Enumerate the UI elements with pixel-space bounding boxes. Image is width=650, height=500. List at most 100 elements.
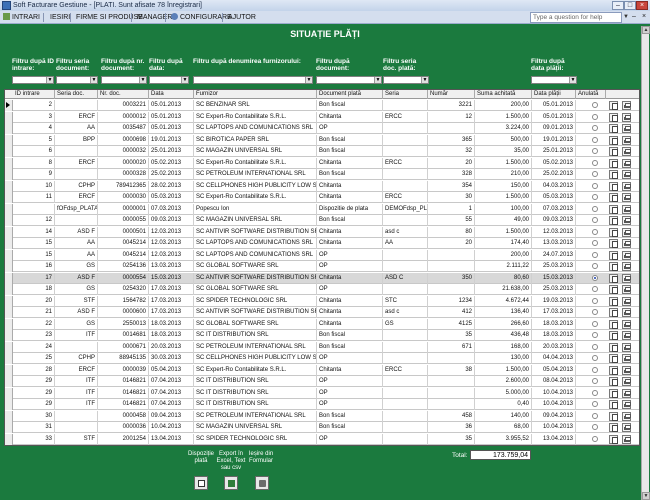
cell-seria[interactable]: GS	[383, 318, 428, 330]
cell-seria-doc[interactable]: ITF	[55, 376, 98, 387]
cell-numar[interactable]: 80	[428, 226, 475, 238]
cell-seria[interactable]	[383, 433, 428, 445]
cell-id-intrare[interactable]: 29	[13, 399, 55, 410]
cell-suma-achitata[interactable]: 200,00	[475, 100, 532, 111]
anulata-radio[interactable]	[592, 136, 598, 143]
cell-seria[interactable]: asd c	[383, 226, 428, 238]
table-row[interactable]: 4 AA 0035487 05.01.2013 SC LAPTOPS AND COMUN…	[5, 123, 639, 134]
cell-data-platii[interactable]: 05.01.2013	[532, 100, 576, 111]
anulata-radio[interactable]	[592, 102, 598, 108]
cell-seria[interactable]	[383, 261, 428, 272]
cell-numar[interactable]: 20	[428, 238, 475, 249]
cell-data[interactable]: 07.03.2013	[149, 203, 194, 215]
cell-seria[interactable]: ERCC	[383, 364, 428, 376]
table-row[interactable]: 16 GS 0254136 13.03.2013 SC GLOBAL SOFTWARE …	[5, 261, 639, 272]
cell-suma-achitata[interactable]: 150,00	[475, 180, 532, 192]
cell-furnizor[interactable]: SC GLOBAL SOFTWARE SRL	[194, 318, 317, 330]
cell-data-platii[interactable]: 19.01.2013	[532, 134, 576, 146]
cell-data[interactable]: 05.01.2013	[149, 111, 194, 123]
row-selector[interactable]	[5, 364, 13, 376]
filter-seria-document-combo[interactable]: ▼	[56, 76, 98, 84]
cell-suma-achitata[interactable]: 1.500,00	[475, 192, 532, 203]
cell-document-plata[interactable]: OP	[317, 376, 383, 387]
cell-data-platii[interactable]: 25.03.2013	[532, 261, 576, 272]
cell-id-intrare[interactable]: 33	[13, 433, 55, 445]
cell-id-intrare[interactable]: 16	[13, 261, 55, 272]
anulata-radio[interactable]	[592, 343, 598, 350]
print-icon[interactable]	[622, 193, 631, 202]
table-row[interactable]: 28 ERCF 0000039 05.04.2013 SC Expert-Ro Cont…	[5, 364, 639, 376]
cell-numar[interactable]	[428, 261, 475, 272]
cell-seria-doc[interactable]	[55, 215, 98, 226]
cell-id-intrare[interactable]	[13, 203, 55, 215]
table-row[interactable]: 18 GS 0254320 17.03.2013 SC GLOBAL SOFTWARE …	[5, 284, 639, 295]
cell-data-platii[interactable]: 05.03.2013	[532, 192, 576, 203]
cell-data[interactable]: 18.03.2013	[149, 318, 194, 330]
table-row[interactable]: 11 ERCF 0000030 05.03.2013 SC Expert-Ro Cont…	[5, 192, 639, 203]
cell-data[interactable]: 10.04.2013	[149, 422, 194, 433]
cell-document-plata[interactable]: Bon fiscal	[317, 215, 383, 226]
cell-furnizor[interactable]: SC Expert-Ro Contabilitate S.R.L.	[194, 192, 317, 203]
cell-seria-doc[interactable]: ERCF	[55, 364, 98, 376]
menu-item-manager[interactable]: MANAGER	[137, 12, 172, 23]
cell-id-intrare[interactable]: 8	[13, 157, 55, 169]
cell-suma-achitata[interactable]: 2.600,00	[475, 376, 532, 387]
table-row[interactable]: 17 ASD F 0000554 15.03.2013 SC ANTIVIR SOFTW…	[5, 272, 639, 284]
table-row[interactable]: 9 0000328 25.02.2013 SC PETROLEUM INTERNATI…	[5, 169, 639, 180]
row-selector[interactable]	[5, 261, 13, 272]
cell-document-plata[interactable]: Chitanta	[317, 295, 383, 307]
cell-seria[interactable]: DEMOFdsp_PLA	[383, 203, 428, 215]
cell-document-plata[interactable]: Chitanta	[317, 272, 383, 284]
cell-numar[interactable]: 328	[428, 169, 475, 180]
row-selector[interactable]	[5, 134, 13, 146]
cell-suma-achitata[interactable]: 174,40	[475, 238, 532, 249]
cell-data-platii[interactable]: 04.03.2013	[532, 180, 576, 192]
cell-numar[interactable]: 35	[428, 330, 475, 341]
cell-seria-doc[interactable]	[55, 422, 98, 433]
cell-id-intrare[interactable]: 11	[13, 192, 55, 203]
print-icon[interactable]	[622, 273, 631, 283]
cell-furnizor[interactable]: SC LAPTOPS AND COMUNICATIONS SRL	[194, 238, 317, 249]
table-row[interactable]: 12 0000055 09.03.2013 SC MAGAZIN UNIVERSAL …	[5, 215, 639, 226]
filter-nr-document-combo[interactable]: ▼	[101, 76, 147, 84]
table-row[interactable]: 15 AA 0045214 12.03.2013 SC LAPTOPS AND COMU…	[5, 238, 639, 249]
table-row[interactable]: fOFdsp_PLATA 0000001 07.03.2013 Popescu Ion…	[5, 203, 639, 215]
cell-nr-doc[interactable]: 789412365	[98, 180, 149, 192]
cell-id-intrare[interactable]: 15	[13, 249, 55, 261]
cell-data-platii[interactable]: 13.04.2013	[532, 433, 576, 445]
cell-nr-doc[interactable]: 0000001	[98, 203, 149, 215]
cell-numar[interactable]: 412	[428, 307, 475, 318]
print-icon[interactable]	[622, 101, 631, 110]
cell-furnizor[interactable]: SC ANTIVIR SOFTWARE DISTRIBUTION SRL	[194, 226, 317, 238]
cell-furnizor[interactable]: SC ANTIVIR SOFTWARE DISTRIBUTION SRL	[194, 272, 317, 284]
cell-id-intrare[interactable]: 24	[13, 341, 55, 353]
anulata-radio[interactable]	[592, 412, 598, 419]
cell-seria[interactable]: STC	[383, 295, 428, 307]
print-icon[interactable]	[622, 227, 631, 237]
cell-document-plata[interactable]: OP	[317, 123, 383, 134]
view-document-icon[interactable]	[609, 273, 618, 283]
cell-seria-doc[interactable]	[55, 341, 98, 353]
cell-data[interactable]: 18.03.2013	[149, 330, 194, 341]
cell-nr-doc[interactable]: 0000020	[98, 157, 149, 169]
table-row[interactable]: 6 0000032 25.01.2013 SC MAGAZIN UNIVERSAL S…	[5, 146, 639, 157]
anulata-radio[interactable]	[592, 251, 598, 258]
table-row[interactable]: 30 0000458 09.04.2013 SC PETROLEUM INTERNAT…	[5, 410, 639, 422]
cell-data-platii[interactable]: 04.04.2013	[532, 353, 576, 364]
print-icon[interactable]	[622, 239, 631, 248]
anulata-radio[interactable]	[592, 263, 598, 269]
view-document-icon[interactable]	[609, 365, 618, 375]
cell-data[interactable]: 05.03.2013	[149, 192, 194, 203]
cell-id-intrare[interactable]: 15	[13, 238, 55, 249]
cell-seria-doc[interactable]: ITF	[55, 387, 98, 399]
cell-data-platii[interactable]: 25.01.2013	[532, 146, 576, 157]
cell-seria[interactable]: ASD C	[383, 272, 428, 284]
cell-furnizor[interactable]: SC PETROLEUM INTERNATIONAL SRL	[194, 169, 317, 180]
cell-id-intrare[interactable]: 31	[13, 422, 55, 433]
cell-data-platii[interactable]: 18.03.2013	[532, 330, 576, 341]
cell-data[interactable]: 12.03.2013	[149, 238, 194, 249]
table-row[interactable]: 31 0000036 10.04.2013 SC MAGAZIN UNIVERSAL …	[5, 422, 639, 433]
view-document-icon[interactable]	[609, 411, 618, 421]
cell-document-plata[interactable]: Bon fiscal	[317, 134, 383, 146]
cell-document-plata[interactable]: Chitanta	[317, 180, 383, 192]
